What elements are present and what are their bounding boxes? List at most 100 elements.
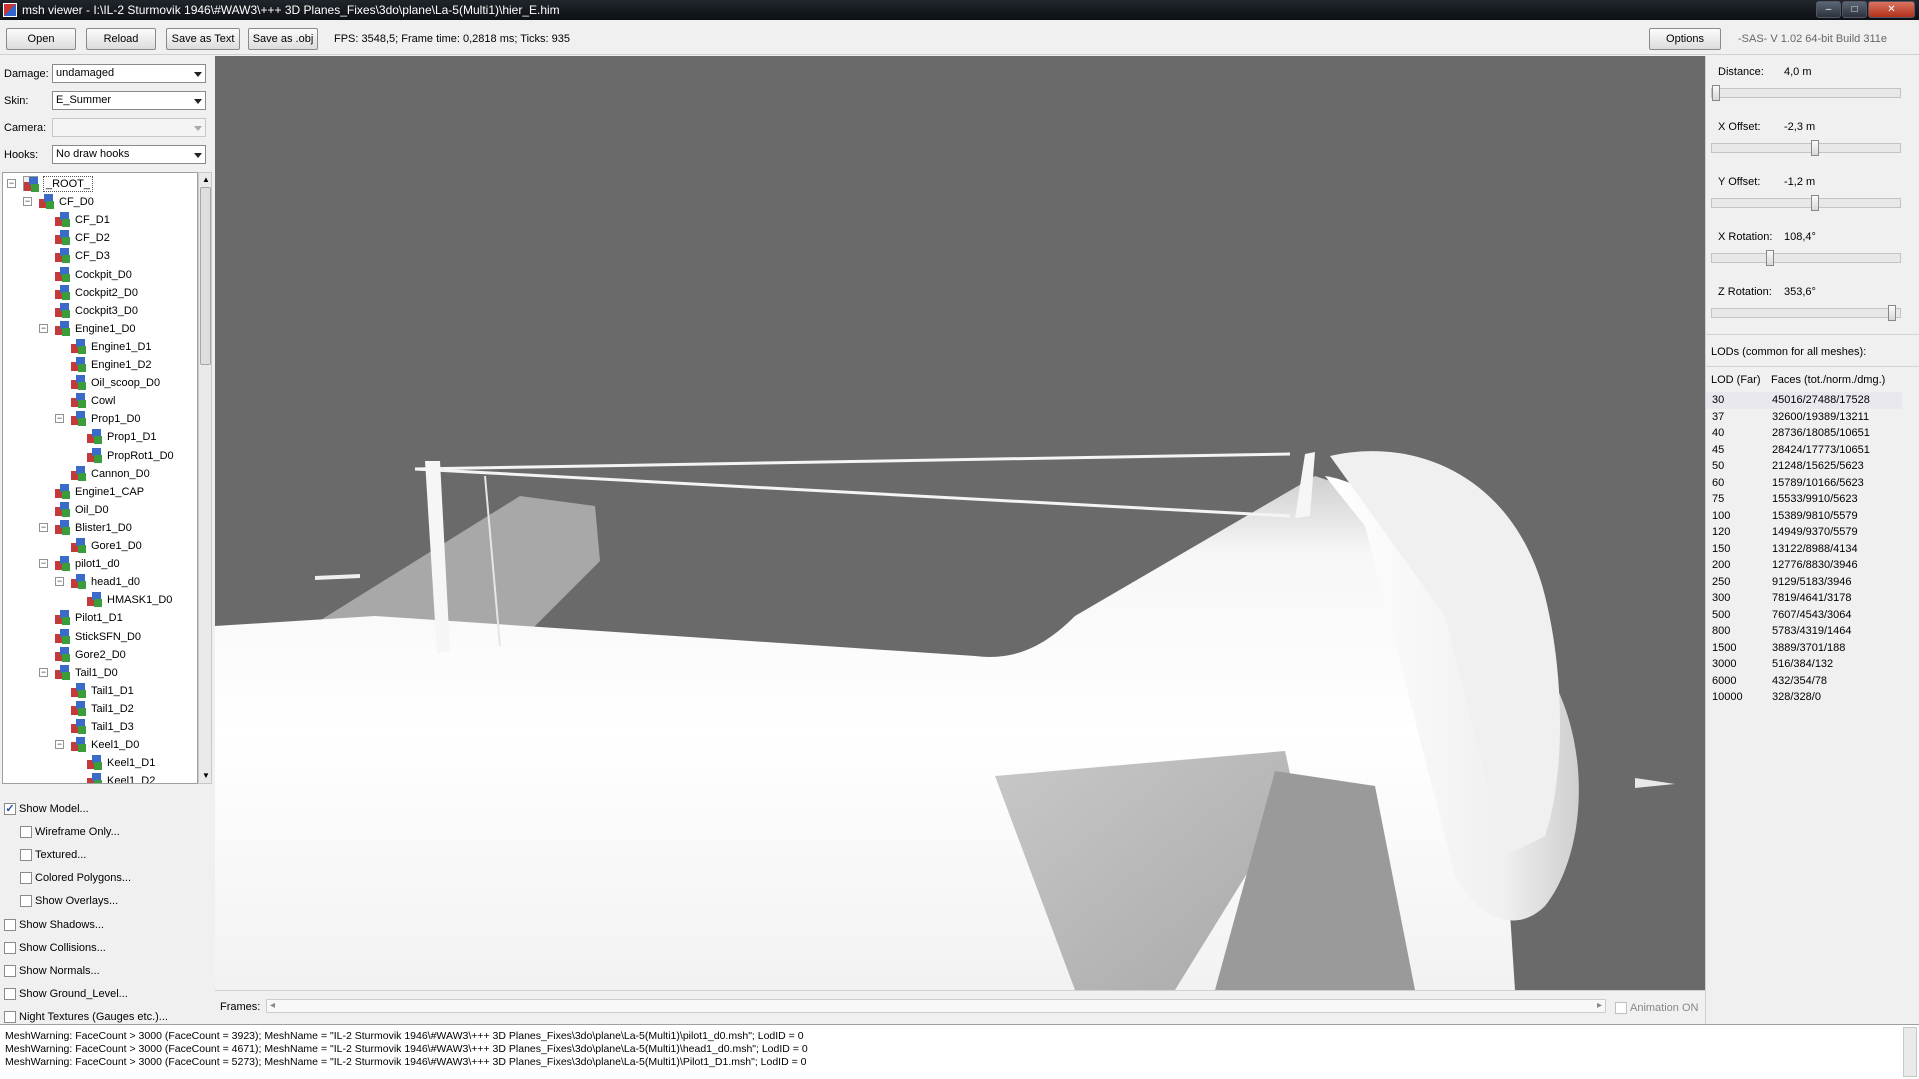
3d-viewport[interactable] [215, 56, 1705, 990]
tree-collapse-icon[interactable]: − [39, 667, 48, 677]
tree-node[interactable]: Keel1_D2 [3, 772, 197, 783]
tree-node[interactable]: Keel1_D1 [3, 754, 197, 772]
tree-node[interactable]: − Blister1_D0 [3, 519, 197, 537]
lod-row[interactable]: 10000 328/328/0 [1706, 689, 1902, 706]
tree-collapse-icon[interactable]: − [55, 740, 64, 750]
tree-scrollbar[interactable]: ▲ ▼ [198, 172, 212, 784]
x-offset-slider[interactable] [1711, 140, 1901, 156]
tree-node[interactable]: CF_D3 [3, 247, 197, 265]
console-scrollbar[interactable] [1903, 1027, 1917, 1077]
lod-row[interactable]: 50 21248/15625/5623 [1706, 458, 1902, 475]
open-button[interactable]: Open [6, 28, 76, 50]
tree-node[interactable]: Pilot1_D1 [3, 609, 197, 627]
tree-node[interactable]: Cockpit2_D0 [3, 284, 197, 302]
tree-node[interactable]: − pilot1_d0 [3, 555, 197, 573]
lod-row[interactable]: 150 13122/8988/4134 [1706, 541, 1902, 558]
tree-collapse-icon[interactable]: − [39, 522, 48, 532]
maximize-button[interactable]: □ [1842, 1, 1867, 18]
scroll-up-icon[interactable]: ▲ [202, 176, 210, 184]
tree-node[interactable]: CF_D2 [3, 229, 197, 247]
lod-row[interactable]: 200 12776/8830/3946 [1706, 557, 1902, 574]
tree-node[interactable]: − head1_d0 [3, 573, 197, 591]
lod-row[interactable]: 40 28736/18085/10651 [1706, 425, 1902, 442]
checkbox-box[interactable] [20, 872, 32, 885]
mesh-hierarchy-tree[interactable]: − _ROOT_ − CF_D0 CF_D1 CF_D2 CF_D3 Cockpit_D0 Co… [2, 172, 198, 784]
tree-node[interactable]: Tail1_D3 [3, 718, 197, 736]
tree-node[interactable]: PropRot1_D0 [3, 447, 197, 465]
lod-row[interactable]: 60 15789/10166/5623 [1706, 475, 1902, 492]
tree-node[interactable]: − Engine1_D0 [3, 320, 197, 338]
save-as-obj-button[interactable]: Save as .obj [248, 28, 318, 50]
lod-row[interactable]: 45 28424/17773/10651 [1706, 442, 1902, 459]
tree-node[interactable]: StickSFN_D0 [3, 628, 197, 646]
tree-collapse-icon[interactable]: − [39, 323, 48, 333]
tree-node[interactable]: CF_D1 [3, 211, 197, 229]
lod-row[interactable]: 100 15389/9810/5579 [1706, 508, 1902, 525]
slider-thumb[interactable] [1811, 140, 1819, 156]
lod-row[interactable]: 1500 3889/3701/188 [1706, 640, 1902, 657]
tree-collapse-icon[interactable]: − [7, 179, 16, 188]
distance-slider[interactable] [1711, 85, 1901, 101]
slider-thumb[interactable] [1888, 305, 1896, 321]
z-rotation-slider[interactable] [1711, 305, 1901, 321]
tree-node[interactable]: − Prop1_D0 [3, 410, 197, 428]
close-button[interactable]: ✕ [1868, 1, 1915, 18]
options-button[interactable]: Options [1649, 28, 1721, 50]
lod-row[interactable]: 120 14949/9370/5579 [1706, 524, 1902, 541]
tree-node[interactable]: − _ROOT_ [3, 175, 197, 193]
tree-collapse-icon[interactable]: − [55, 414, 64, 424]
tree-collapse-icon[interactable]: − [39, 559, 48, 569]
lod-row[interactable]: 250 9129/5183/3946 [1706, 574, 1902, 591]
tree-node[interactable]: − Tail1_D0 [3, 664, 197, 682]
slider-thumb[interactable] [1811, 195, 1819, 211]
y-offset-slider[interactable] [1711, 195, 1901, 211]
minimize-button[interactable]: – [1816, 1, 1841, 18]
lod-row[interactable]: 37 32600/19389/13211 [1706, 409, 1902, 426]
checkbox-box[interactable] [4, 987, 16, 1000]
tree-node[interactable]: Gore2_D0 [3, 646, 197, 664]
scrollbar-thumb[interactable] [200, 187, 211, 365]
lod-row[interactable]: 300 7819/4641/3178 [1706, 590, 1902, 607]
frames-right-arrow-icon[interactable]: ▸ [1597, 1000, 1602, 1011]
tree-node[interactable]: Tail1_D2 [3, 700, 197, 718]
hooks-select[interactable]: No draw hooks [52, 145, 206, 164]
lod-row[interactable]: 75 15533/9910/5623 [1706, 491, 1902, 508]
reload-button[interactable]: Reload [86, 28, 156, 50]
slider-thumb[interactable] [1766, 250, 1774, 266]
x-rotation-slider[interactable] [1711, 250, 1901, 266]
lod-row[interactable]: 500 7607/4543/3064 [1706, 607, 1902, 624]
checkbox-box[interactable] [4, 918, 16, 931]
tree-node[interactable]: Cockpit3_D0 [3, 302, 197, 320]
lod-row[interactable]: 30 45016/27488/17528 [1706, 392, 1902, 409]
log-console[interactable]: MeshWarning: FaceCount > 3000 (FaceCount… [0, 1024, 1919, 1079]
checkmark-icon[interactable]: ✓ [4, 803, 16, 815]
frames-slider[interactable]: ◂ ▸ [266, 999, 1606, 1013]
checkbox-box[interactable] [1615, 1002, 1627, 1014]
tree-node[interactable]: Gore1_D0 [3, 537, 197, 555]
slider-thumb[interactable] [1712, 85, 1720, 101]
skin-select[interactable]: E_Summer [52, 91, 206, 110]
save-as-text-button[interactable]: Save as Text [166, 28, 240, 50]
checkbox-box[interactable] [4, 941, 16, 954]
frames-left-arrow-icon[interactable]: ◂ [270, 1000, 275, 1011]
tree-collapse-icon[interactable]: − [23, 197, 32, 207]
checkbox-box[interactable] [20, 849, 32, 862]
tree-node[interactable]: Engine1_D2 [3, 356, 197, 374]
lod-row[interactable]: 3000 516/384/132 [1706, 656, 1902, 673]
camera-select[interactable] [52, 118, 206, 137]
tree-node[interactable]: − Keel1_D0 [3, 736, 197, 754]
checkbox-box[interactable] [20, 826, 32, 839]
checkbox-box[interactable] [4, 1010, 16, 1023]
tree-collapse-icon[interactable]: − [55, 577, 64, 587]
checkbox-box[interactable] [4, 964, 16, 977]
scroll-down-icon[interactable]: ▼ [202, 772, 210, 780]
tree-node[interactable]: Engine1_CAP [3, 483, 197, 501]
tree-node[interactable]: Prop1_D1 [3, 428, 197, 446]
tree-node[interactable]: Oil_D0 [3, 501, 197, 519]
tree-node[interactable]: Cannon_D0 [3, 465, 197, 483]
tree-node[interactable]: Engine1_D1 [3, 338, 197, 356]
tree-node[interactable]: Oil_scoop_D0 [3, 374, 197, 392]
damage-select[interactable]: undamaged [52, 64, 206, 83]
tree-node[interactable]: Cockpit_D0 [3, 266, 197, 284]
lod-row[interactable]: 800 5783/4319/1464 [1706, 623, 1902, 640]
